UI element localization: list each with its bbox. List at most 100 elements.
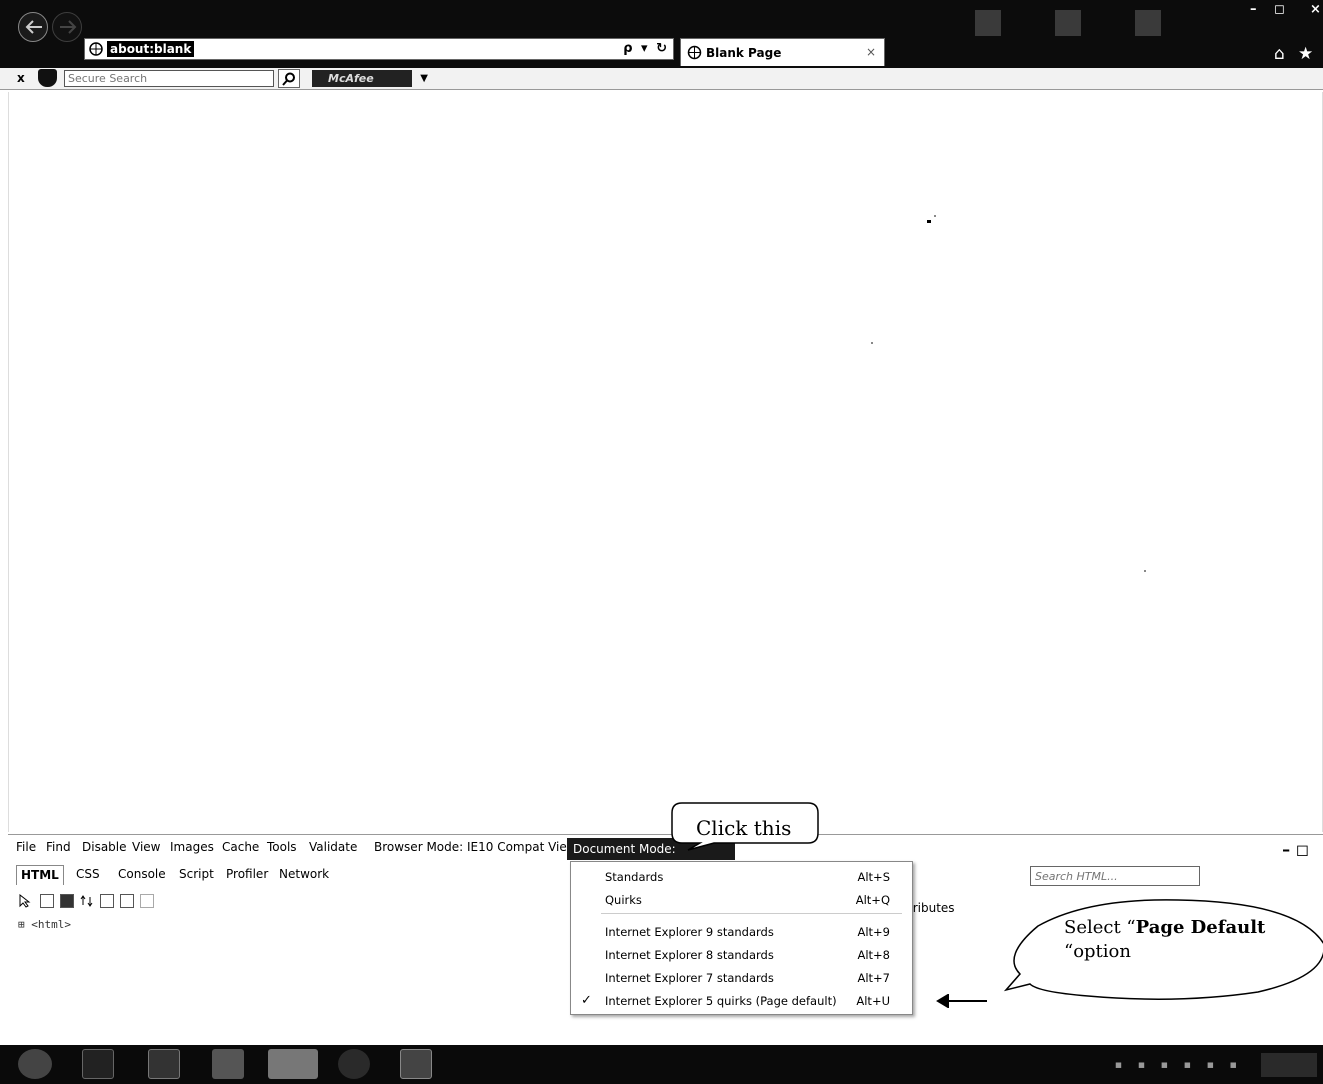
search-button[interactable] <box>278 69 300 88</box>
mcafee-label: McAfee <box>328 72 374 85</box>
clock[interactable] <box>1261 1053 1317 1077</box>
ie-page-icon <box>89 42 103 56</box>
option-shortcut: Alt+9 <box>857 925 890 939</box>
ie-page-icon <box>687 45 702 60</box>
address-url[interactable]: about:blank <box>107 41 195 57</box>
option-shortcut: Alt+S <box>857 870 890 884</box>
option-shortcut: Alt+7 <box>857 971 890 985</box>
system-tray-icons[interactable]: ▪ ▪ ▪ ▪ ▪ ▪ <box>1115 1058 1243 1071</box>
devtools-menu-file[interactable]: File <box>16 840 36 854</box>
option-label: Internet Explorer 8 standards <box>605 948 774 962</box>
devtools-menu-find[interactable]: Find <box>46 840 71 854</box>
word-wrap-icon[interactable] <box>100 894 114 908</box>
element-source-icon[interactable] <box>140 894 154 908</box>
excel-icon[interactable] <box>148 1049 180 1079</box>
option-ie5-quirks-page-default[interactable]: ✓ Internet Explorer 5 quirks (Page defau… <box>571 989 912 1011</box>
scan-speck <box>927 220 931 223</box>
scan-speck <box>871 342 873 344</box>
tab-network[interactable]: Network <box>279 867 329 881</box>
start-orb-icon[interactable] <box>18 1049 52 1079</box>
menu-separator <box>601 913 902 914</box>
select-page-default-callout: Select “Page Default “option <box>998 896 1323 1006</box>
minimize-icon[interactable]: – <box>1250 2 1257 17</box>
chevron-down-icon[interactable]: ▼ <box>420 70 428 87</box>
internet-explorer-icon[interactable] <box>268 1049 318 1079</box>
restore-icon[interactable]: ◻ <box>1274 2 1285 17</box>
devtools-menu-validate[interactable]: Validate <box>309 840 357 854</box>
secure-search-box[interactable] <box>64 70 274 87</box>
option-label: Internet Explorer 7 standards <box>605 971 774 985</box>
tab-console[interactable]: Console <box>118 867 166 881</box>
save-icon[interactable] <box>60 894 74 908</box>
address-bar[interactable]: about:blank ρ ▾ ↻ <box>84 38 674 60</box>
document-mode-dropdown: Standards Alt+S Quirks Alt+Q Internet Ex… <box>570 861 913 1015</box>
select-text-suffix: “option <box>1064 941 1131 962</box>
tab-script[interactable]: Script <box>179 867 214 881</box>
option-quirks[interactable]: Quirks Alt+Q <box>571 888 912 910</box>
clear-outlines-icon[interactable] <box>40 894 54 908</box>
refresh-dom-icon[interactable] <box>80 894 94 908</box>
mcafee-shield-icon <box>38 69 57 87</box>
attributes-tab[interactable]: tributes <box>908 901 955 915</box>
option-label: Standards <box>605 870 664 884</box>
option-label: Quirks <box>605 893 642 907</box>
option-ie8-standards[interactable]: Internet Explorer 8 standards Alt+8 <box>571 943 912 965</box>
option-ie7-standards[interactable]: Internet Explorer 7 standards Alt+7 <box>571 966 912 988</box>
tab-profiler[interactable]: Profiler <box>226 867 268 881</box>
tab-blank-page[interactable]: Blank Page × <box>680 38 885 66</box>
search-html-input[interactable] <box>1031 867 1199 885</box>
address-search-refresh-icons[interactable]: ρ ▾ ↻ <box>623 41 669 56</box>
dom-tree-root[interactable]: ⊞ <html> <box>18 918 71 931</box>
option-shortcut: Alt+Q <box>855 893 890 907</box>
favorites-star-icon[interactable]: ★ <box>1298 44 1313 64</box>
devtools-menu-cache[interactable]: Cache <box>222 840 259 854</box>
chrome-icon[interactable] <box>338 1049 370 1079</box>
click-this-callout: Click this <box>670 801 820 851</box>
browser-mode-menu[interactable]: Browser Mode: IE10 Compat View <box>374 840 577 854</box>
option-label: Internet Explorer 5 quirks (Page default… <box>605 994 837 1008</box>
forward-arrow-icon <box>60 20 77 34</box>
forward-button[interactable] <box>52 12 82 42</box>
devtools-menu-images[interactable]: Images <box>170 840 214 854</box>
file-explorer-icon[interactable] <box>212 1049 244 1079</box>
devtools-minimize-restore-icon[interactable]: – ◻ <box>1282 840 1309 859</box>
devtools-menu-disable[interactable]: Disable <box>82 840 127 854</box>
checkmark-icon: ✓ <box>581 993 592 1008</box>
search-html-box[interactable] <box>1030 866 1200 886</box>
click-this-text: Click this <box>696 816 792 840</box>
pointer-arrow-icon <box>936 994 987 1008</box>
home-icon[interactable]: ⌂ <box>1274 44 1285 64</box>
tab-html[interactable]: HTML <box>16 865 64 885</box>
close-icon[interactable]: × <box>1310 2 1321 17</box>
option-shortcut: Alt+U <box>856 994 890 1008</box>
back-button[interactable] <box>18 12 48 42</box>
edit-icon[interactable] <box>120 894 134 908</box>
background-pattern <box>1135 10 1161 36</box>
back-arrow-icon <box>25 20 42 34</box>
media-player-icon[interactable] <box>82 1049 114 1079</box>
page-content-area[interactable] <box>8 92 1323 832</box>
tab-close-icon[interactable]: × <box>866 45 876 59</box>
secure-search-input[interactable] <box>65 71 273 86</box>
windows-taskbar: ▪ ▪ ▪ ▪ ▪ ▪ <box>0 1045 1323 1084</box>
option-ie9-standards[interactable]: Internet Explorer 9 standards Alt+9 <box>571 920 912 942</box>
option-label: Internet Explorer 9 standards <box>605 925 774 939</box>
browser-title-bar: about:blank ρ ▾ ↻ Blank Page × – ◻ × ⌂ ★ <box>0 0 1323 68</box>
devtools-menu-tools[interactable]: Tools <box>267 840 297 854</box>
select-element-icon[interactable] <box>18 894 32 908</box>
tab-css[interactable]: CSS <box>76 867 100 881</box>
select-text-prefix: Select “ <box>1064 917 1136 938</box>
search-toolbar: x McAfee ▼ <box>0 68 1323 90</box>
mcafee-site-advisor-button[interactable]: McAfee ▼ <box>312 70 428 87</box>
option-standards[interactable]: Standards Alt+S <box>571 865 912 887</box>
toolbar-close-icon[interactable]: x <box>17 71 25 85</box>
select-page-default-text: Select “Page Default “option <box>1064 916 1294 964</box>
word-icon[interactable] <box>400 1049 432 1079</box>
search-icon <box>282 72 295 86</box>
background-pattern <box>1055 10 1081 36</box>
select-text-bold: Page Default <box>1135 917 1266 938</box>
document-mode-label: Document Mode: <box>573 842 676 856</box>
devtools-menu-view[interactable]: View <box>132 840 160 854</box>
scan-speck <box>1144 570 1146 572</box>
background-pattern <box>975 10 1001 36</box>
